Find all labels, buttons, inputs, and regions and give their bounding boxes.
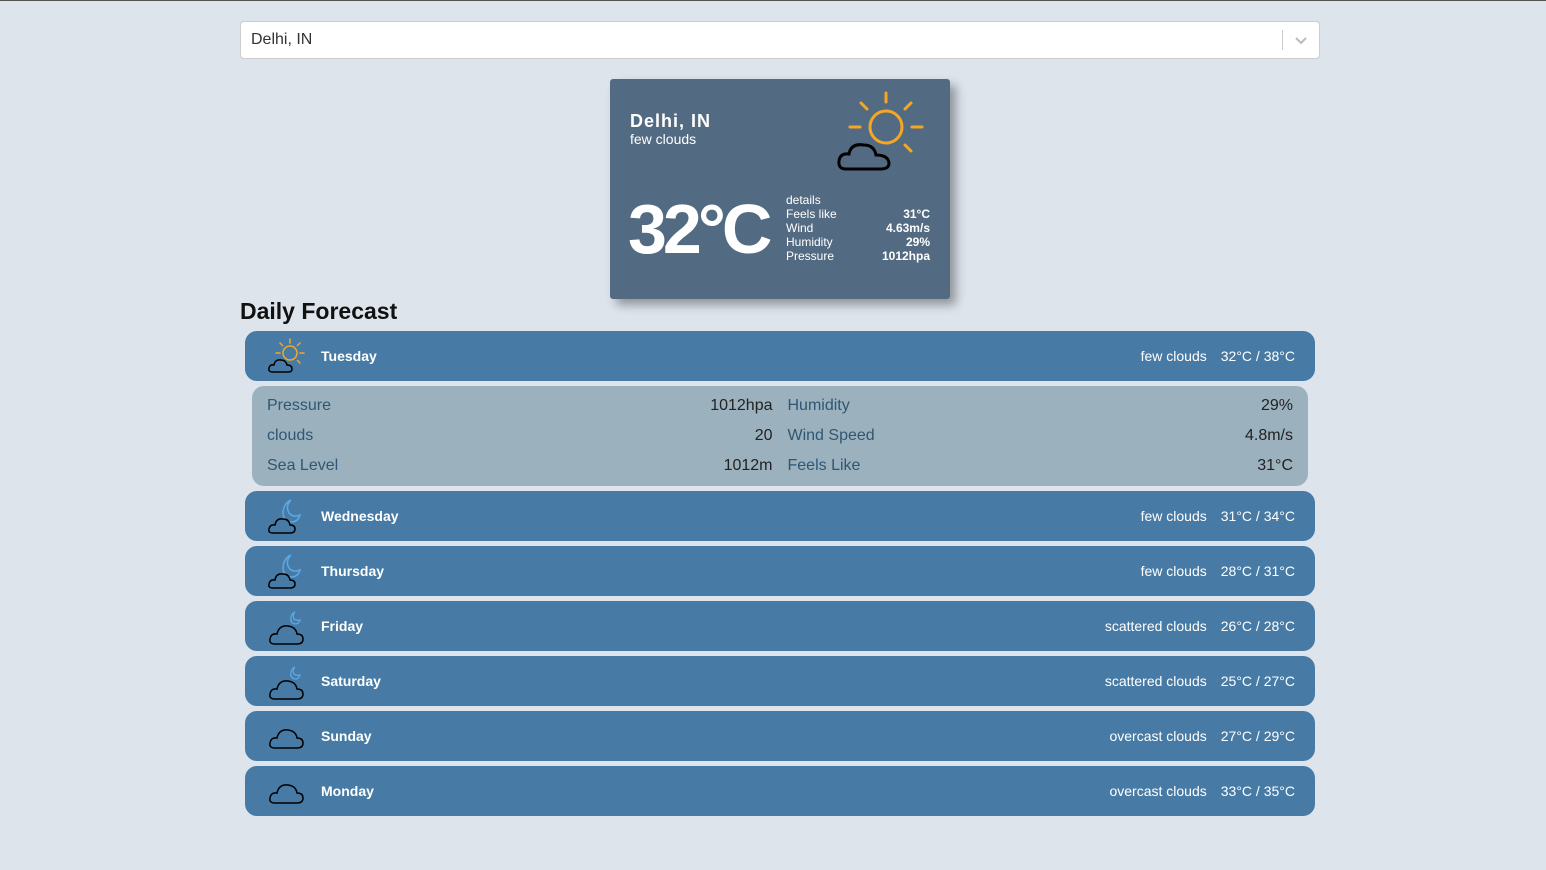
partly-cloudy-day-icon — [267, 336, 307, 376]
detail-label: Humidity — [787, 397, 850, 414]
detail-row-wind: Wind 4.63m/s — [786, 221, 930, 235]
forecast-day-thursday[interactable]: Thursday few clouds 28°C / 31°C — [245, 546, 1315, 596]
detail-label: clouds — [267, 427, 314, 444]
detail-label: Sea Level — [267, 457, 339, 474]
detail-value: 20 — [754, 427, 773, 444]
day-description: scattered clouds — [1104, 673, 1207, 689]
detail-row-humidity: Humidity 29% — [788, 391, 1294, 421]
day-name: Wednesday — [321, 508, 399, 524]
day-description: scattered clouds — [1104, 618, 1207, 634]
day-temperature: 26°C / 28°C — [1220, 618, 1295, 634]
day-description: few clouds — [1140, 508, 1207, 524]
partly-cloudy-day-icon — [836, 89, 926, 179]
day-description: few clouds — [1140, 348, 1207, 364]
partly-cloudy-night-icon — [267, 496, 307, 536]
cloudy-night-icon — [267, 606, 307, 646]
partly-cloudy-night-icon — [267, 551, 307, 591]
detail-value: 29% — [1260, 397, 1293, 414]
daily-forecast-title: Daily Forecast — [240, 298, 398, 324]
day-temperature: 28°C / 31°C — [1220, 563, 1295, 579]
day-temperature: 25°C / 27°C — [1220, 673, 1295, 689]
forecast-day-sunday[interactable]: Sunday overcast clouds 27°C / 29°C — [245, 711, 1315, 761]
day-description: overcast clouds — [1109, 728, 1207, 744]
city-search-select[interactable]: Delhi, IN — [240, 21, 1320, 59]
city-search-value[interactable]: Delhi, IN — [241, 31, 1282, 49]
detail-row-sea-level: Sea Level 1012m — [267, 451, 773, 481]
current-temperature: 32°C — [628, 190, 772, 268]
detail-value: 1012hpa — [881, 249, 930, 263]
forecast-day-saturday[interactable]: Saturday scattered clouds 25°C / 27°C — [245, 656, 1315, 706]
detail-row-feels-like: Feels like 31°C — [786, 207, 930, 221]
detail-label: Pressure — [786, 249, 835, 263]
detail-value: 4.8m/s — [1244, 427, 1293, 444]
day-description: overcast clouds — [1109, 783, 1207, 799]
detail-label: Feels like — [786, 207, 837, 221]
day-temperature: 32°C / 38°C — [1220, 348, 1295, 364]
detail-label: Wind Speed — [787, 427, 875, 444]
day-name: Thursday — [321, 563, 385, 579]
detail-row-feels-like: Feels Like 31°C — [788, 451, 1294, 481]
current-city: Delhi, IN — [630, 111, 712, 131]
detail-label: Humidity — [786, 235, 833, 249]
detail-value: 29% — [905, 235, 930, 249]
detail-row-pressure: Pressure 1012hpa — [786, 249, 930, 263]
day-description: few clouds — [1140, 563, 1207, 579]
forecast-day-monday[interactable]: Monday overcast clouds 33°C / 35°C — [245, 766, 1315, 816]
detail-value: 4.63m/s — [885, 221, 930, 235]
day-temperature: 33°C / 35°C — [1220, 783, 1295, 799]
details-right-column: Humidity 29% Wind Speed 4.8m/s Feels Lik… — [788, 391, 1294, 486]
detail-value: 31°C — [903, 207, 930, 221]
day-name: Tuesday — [321, 348, 377, 364]
details-heading: details — [786, 193, 821, 207]
day-temperature: 31°C / 34°C — [1220, 508, 1295, 524]
details-left-column: Pressure 1012hpa clouds 20 Sea Level 101… — [267, 391, 773, 486]
cloud-icon — [267, 716, 307, 756]
detail-label: Wind — [786, 221, 814, 235]
current-details: details Feels like 31°C Wind 4.63m/s Hum… — [786, 193, 930, 263]
detail-label: Pressure — [267, 397, 332, 414]
day-name: Monday — [321, 783, 374, 799]
forecast-day-tuesday[interactable]: Tuesday few clouds 32°C / 38°C — [245, 331, 1315, 381]
current-description: few clouds — [630, 131, 697, 147]
detail-row-clouds: clouds 20 — [267, 421, 773, 451]
current-weather-card: Delhi, IN few clouds 32°C details Feels … — [610, 79, 950, 299]
forecast-day-friday[interactable]: Friday scattered clouds 26°C / 28°C — [245, 601, 1315, 651]
detail-row-humidity: Humidity 29% — [786, 235, 930, 249]
forecast-day-wednesday[interactable]: Wednesday few clouds 31°C / 34°C — [245, 491, 1315, 541]
cloud-icon — [267, 771, 307, 811]
detail-value: 31°C — [1257, 457, 1293, 474]
day-temperature: 27°C / 29°C — [1220, 728, 1295, 744]
forecast-details-panel: Pressure 1012hpa clouds 20 Sea Level 101… — [252, 386, 1308, 486]
detail-label: Feels Like — [787, 457, 861, 474]
detail-value: 1012m — [723, 457, 773, 474]
day-name: Saturday — [321, 673, 381, 689]
day-name: Sunday — [321, 728, 372, 744]
detail-row-pressure: Pressure 1012hpa — [267, 391, 773, 421]
day-name: Friday — [321, 618, 364, 634]
chevron-down-icon[interactable] — [1283, 22, 1319, 58]
detail-value: 1012hpa — [710, 397, 773, 414]
detail-row-wind-speed: Wind Speed 4.8m/s — [788, 421, 1294, 451]
cloudy-night-icon — [267, 661, 307, 701]
